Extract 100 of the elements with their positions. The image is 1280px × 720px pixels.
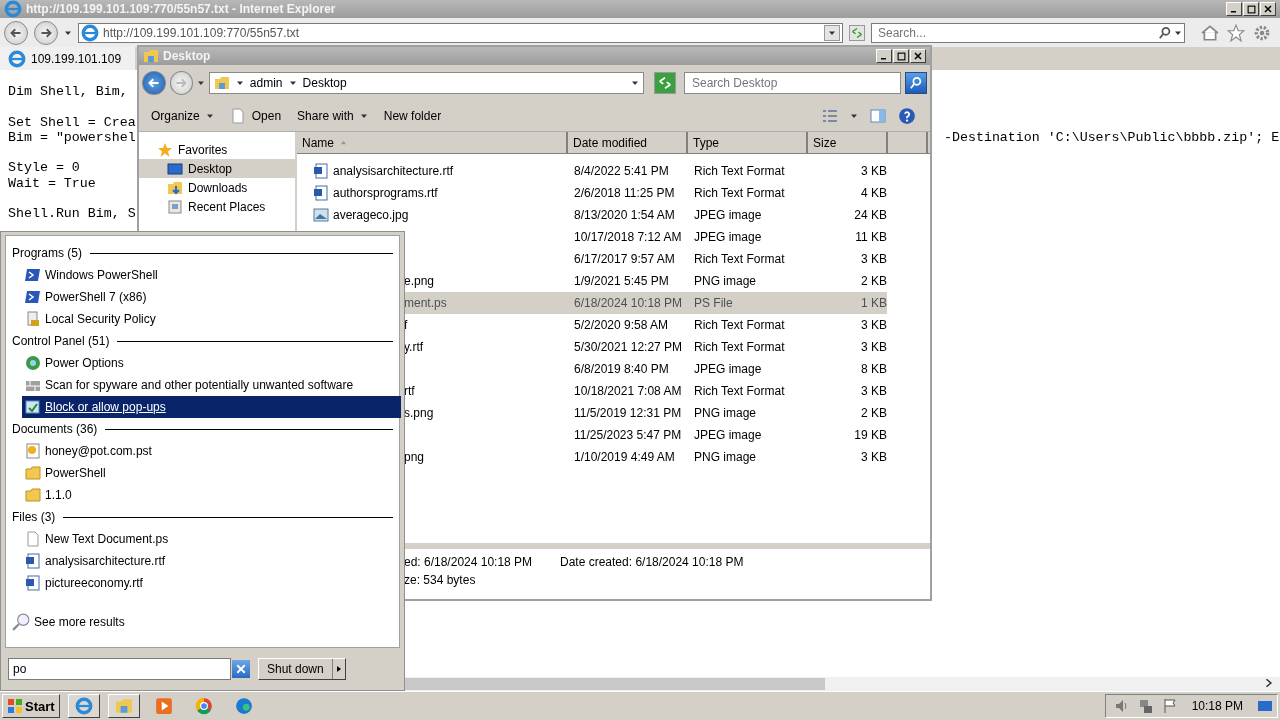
globe-icon — [25, 355, 41, 371]
caret-icon — [205, 112, 214, 120]
column-header[interactable]: Size — [808, 132, 888, 153]
taskbar-app-button[interactable] — [107, 694, 140, 718]
size-cell-text: 3 KB — [860, 384, 887, 398]
forward-arrow-icon — [175, 77, 188, 89]
clear-button[interactable] — [232, 660, 250, 678]
search-field[interactable]: Search... — [871, 22, 1185, 43]
search-icon — [1158, 25, 1172, 40]
size-cell-text: 3 KB — [860, 340, 887, 354]
date-cell-text: 1/10/2019 4:49 AM — [573, 450, 676, 464]
refresh-button[interactable] — [654, 72, 676, 94]
search-result[interactable]: Scan for spyware and other potentially unwanted software — [22, 374, 401, 396]
nav-item[interactable]: Recent Places — [139, 197, 295, 216]
date-cell-text: 8/4/2022 5:41 PM — [573, 164, 670, 178]
search-result[interactable]: 1.1.0 — [22, 484, 401, 506]
breadcrumb-item[interactable]: admin — [249, 76, 283, 90]
browser-tab[interactable]: 109.199.101.109 — [0, 47, 135, 70]
size-cell-text: 3 KB — [860, 164, 887, 178]
file-row[interactable]: analysisarchitecture.rtf 8/4/2022 5:41 PM Rich Text Format 3 KB — [297, 160, 887, 182]
breadcrumb-item[interactable]: Desktop — [302, 76, 347, 90]
search-result[interactable]: analysisarchitecture.rtf — [22, 550, 401, 572]
show-desktop-icon — [1257, 698, 1273, 714]
search-result[interactable]: PowerShell — [22, 462, 401, 484]
toolbar-button[interactable]: Organize — [145, 106, 220, 126]
toolbar-button[interactable]: Share with — [291, 106, 374, 126]
browser-e-icon — [74, 697, 93, 715]
search-result[interactable]: Block or allow pop-ups — [22, 396, 401, 418]
type-cell-text: Rich Text Format — [693, 318, 786, 332]
search-icon — [909, 76, 924, 90]
refresh-button[interactable] — [849, 24, 865, 41]
toolbar-button[interactable]: New folder — [377, 106, 448, 126]
mail-file-icon — [25, 443, 41, 459]
column-header[interactable]: Type — [688, 132, 808, 153]
nav-item[interactable]: Downloads — [139, 178, 295, 197]
browser-e-icon — [81, 23, 99, 42]
taskbar-app-button[interactable] — [67, 694, 100, 718]
search-result[interactable]: pictureeconomy.rtf — [22, 572, 401, 594]
nav-item[interactable]: Favorites — [139, 140, 295, 159]
close-icon — [236, 664, 246, 674]
caret-icon — [359, 112, 368, 120]
size-cell-text: 4 KB — [860, 186, 887, 200]
detail-text: ed: 6/18/2024 10:18 PM — [404, 555, 534, 571]
dropdown-button[interactable] — [824, 24, 840, 41]
search-result[interactable]: New Text Document.ps — [22, 528, 401, 550]
help-icon — [898, 107, 916, 125]
toolbar-button[interactable]: Open — [223, 105, 288, 127]
file-name: authorsprograms.rtf — [333, 186, 438, 200]
padlock-document-icon — [25, 311, 41, 327]
breadcrumb-bar[interactable]: admin Desktop — [208, 72, 645, 94]
size-cell-text: 24 KB — [853, 208, 887, 222]
search-result[interactable]: honey@pot.com.pst — [22, 440, 401, 462]
code-line: Wait = True — [8, 175, 96, 192]
edge-icon — [234, 697, 253, 715]
word-document-icon — [313, 163, 329, 179]
maximize-button[interactable] — [893, 49, 909, 63]
see-more-link[interactable]: See more results — [12, 613, 399, 631]
forward-arrow-icon — [40, 26, 52, 39]
column-header[interactable]: Name — [297, 132, 568, 153]
nav-item[interactable]: Desktop — [139, 159, 295, 178]
folder-icon — [143, 48, 159, 64]
caret-icon — [197, 79, 205, 87]
search-input[interactable]: Search Desktop — [690, 75, 896, 91]
back-button[interactable] — [4, 20, 28, 45]
maximize-button[interactable] — [1243, 2, 1259, 16]
speaker-icon — [1113, 698, 1130, 714]
file-name: s.png — [404, 406, 434, 420]
search-result[interactable]: Power Options — [22, 352, 401, 374]
minimize-button[interactable] — [876, 49, 892, 63]
date-cell-text: 6/8/2019 8:40 PM — [573, 362, 670, 376]
word-document-icon — [25, 575, 41, 591]
caret-icon — [850, 112, 858, 120]
size-cell-text: 3 KB — [860, 318, 887, 332]
file-row[interactable]: authorsprograms.rtf 2/6/2018 11:25 PM Rich Text Format 4 KB — [297, 182, 887, 204]
clock: 10:18 PM — [1191, 699, 1243, 713]
browser-e-icon — [8, 49, 26, 68]
minimize-button[interactable] — [1226, 2, 1242, 16]
search-field[interactable]: po — [8, 658, 231, 680]
date-cell-text: 1/9/2021 5:45 PM — [573, 274, 670, 288]
back-arrow-icon — [10, 26, 22, 39]
search-field[interactable]: Search Desktop — [684, 72, 902, 94]
column-header[interactable]: Date modified — [568, 132, 688, 153]
arrow-right-icon — [334, 665, 343, 673]
forward-button[interactable] — [169, 71, 194, 95]
close-button[interactable] — [910, 49, 926, 63]
date-cell-text: 11/5/2019 12:31 PM — [573, 406, 683, 420]
close-button[interactable] — [1260, 2, 1276, 16]
start-button[interactable]: Start — [2, 694, 60, 718]
back-button[interactable] — [142, 71, 166, 95]
forward-button[interactable] — [34, 20, 58, 45]
search-button[interactable] — [905, 72, 927, 94]
file-row[interactable]: averageco.jpg 8/13/2020 1:54 AM JPEG image 24 KB — [297, 204, 887, 226]
shut-down-button[interactable]: Shut down — [258, 658, 346, 680]
star-icon — [1227, 23, 1245, 42]
browser-e-icon — [4, 0, 22, 18]
address-field[interactable]: http://109.199.101.109:770/55n57.txt — [78, 22, 843, 43]
search-input[interactable]: Search... — [876, 24, 1156, 41]
arrows-icon — [658, 76, 673, 90]
size-cell-text: 1 KB — [860, 296, 887, 310]
search-result[interactable]: Windows PowerShell — [22, 264, 401, 286]
